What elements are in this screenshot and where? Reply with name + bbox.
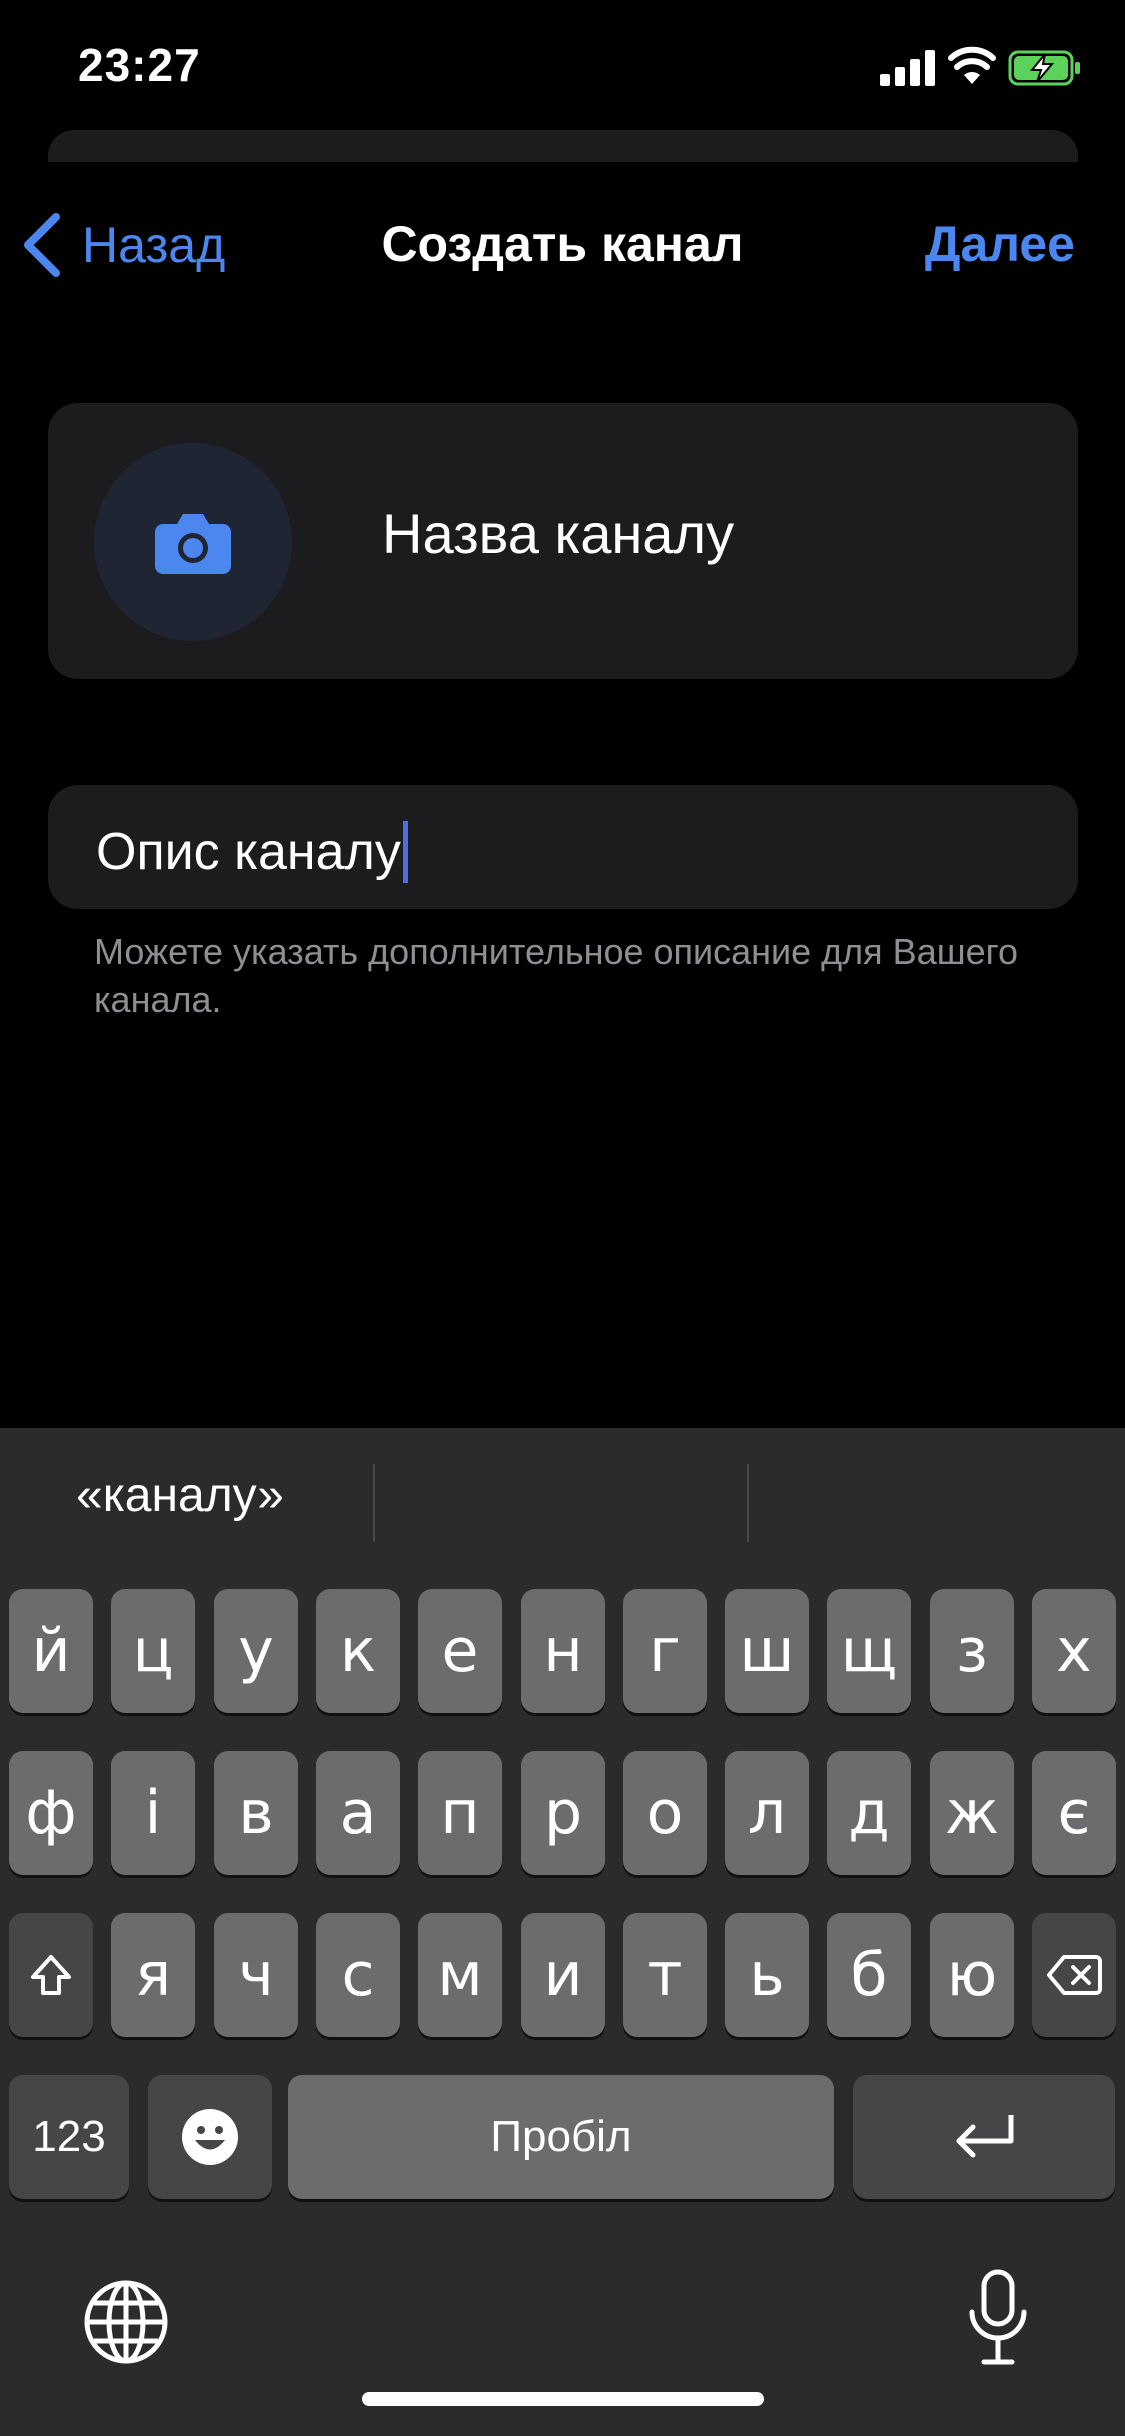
key[interactable]: т xyxy=(623,1913,707,2037)
shift-icon xyxy=(31,1955,71,1995)
globe-icon[interactable] xyxy=(82,2278,170,2366)
key[interactable]: й xyxy=(9,1589,93,1713)
key[interactable]: ш xyxy=(725,1589,809,1713)
camera-icon xyxy=(155,514,231,574)
key[interactable]: ю xyxy=(930,1913,1014,2037)
key[interactable]: ц xyxy=(111,1589,195,1713)
emoji-key[interactable] xyxy=(148,2075,272,2199)
key[interactable]: д xyxy=(827,1751,911,1875)
backspace-key[interactable] xyxy=(1032,1913,1116,2037)
key[interactable]: ч xyxy=(214,1913,298,2037)
key[interactable]: у xyxy=(214,1589,298,1713)
key[interactable]: о xyxy=(623,1751,707,1875)
create-channel-screen: 23:27 Назад Создать канал Далее Назва ка… xyxy=(0,0,1125,2436)
key[interactable]: к xyxy=(316,1589,400,1713)
key[interactable]: н xyxy=(521,1589,605,1713)
key[interactable]: п xyxy=(418,1751,502,1875)
key[interactable]: ф xyxy=(9,1751,93,1875)
key[interactable]: ь xyxy=(725,1913,809,2037)
stacked-sheet-edge xyxy=(48,130,1078,162)
set-channel-photo-button[interactable] xyxy=(94,443,292,641)
numbers-key[interactable]: 123 xyxy=(9,2075,129,2199)
channel-name-input[interactable]: Назва каналу xyxy=(382,501,734,566)
key[interactable]: і xyxy=(111,1751,195,1875)
wifi-icon xyxy=(948,46,996,84)
key[interactable]: г xyxy=(623,1589,707,1713)
home-indicator[interactable] xyxy=(362,2392,764,2406)
return-key[interactable] xyxy=(853,2075,1115,2199)
cellular-signal-icon xyxy=(880,50,936,86)
next-button[interactable]: Далее xyxy=(925,215,1075,273)
shift-key[interactable] xyxy=(9,1913,93,2037)
description-hint: Можете указать дополнительное описание д… xyxy=(94,931,1018,1020)
space-key[interactable]: Пробіл xyxy=(288,2075,834,2199)
channel-info-card: Назва каналу xyxy=(48,403,1078,679)
key[interactable]: р xyxy=(521,1751,605,1875)
battery-charging-icon xyxy=(1008,50,1080,86)
key[interactable]: щ xyxy=(827,1589,911,1713)
return-icon xyxy=(956,2115,1014,2158)
text-cursor xyxy=(402,821,408,883)
keyboard: «каналу» й ц у к е н г ш щ з х ф і в а п… xyxy=(0,1428,1125,2436)
channel-description-input[interactable]: Опис каналу xyxy=(96,821,408,883)
key[interactable]: л xyxy=(725,1751,809,1875)
suggestion-bar: «каналу» xyxy=(0,1428,1125,1578)
channel-description-field[interactable]: Опис каналу xyxy=(48,785,1078,909)
microphone-icon[interactable] xyxy=(966,2268,1030,2368)
suggestion-divider xyxy=(373,1464,375,1542)
key[interactable]: м xyxy=(418,1913,502,2037)
suggestion-item[interactable]: «каналу» xyxy=(76,1468,284,1523)
key[interactable]: з xyxy=(930,1589,1014,1713)
key[interactable]: и xyxy=(521,1913,605,2037)
emoji-icon xyxy=(182,2109,238,2165)
key[interactable]: в xyxy=(214,1751,298,1875)
key[interactable]: б xyxy=(827,1913,911,2037)
description-text: Опис каналу xyxy=(96,823,401,881)
key[interactable]: с xyxy=(316,1913,400,2037)
key[interactable]: є xyxy=(1032,1751,1116,1875)
backspace-icon xyxy=(1047,1955,1102,1995)
key[interactable]: е xyxy=(418,1589,502,1713)
key[interactable]: а xyxy=(316,1751,400,1875)
status-time: 23:27 xyxy=(78,39,201,91)
suggestion-divider xyxy=(747,1464,749,1542)
key[interactable]: х xyxy=(1032,1589,1116,1713)
key[interactable]: я xyxy=(111,1913,195,2037)
key[interactable]: ж xyxy=(930,1751,1014,1875)
